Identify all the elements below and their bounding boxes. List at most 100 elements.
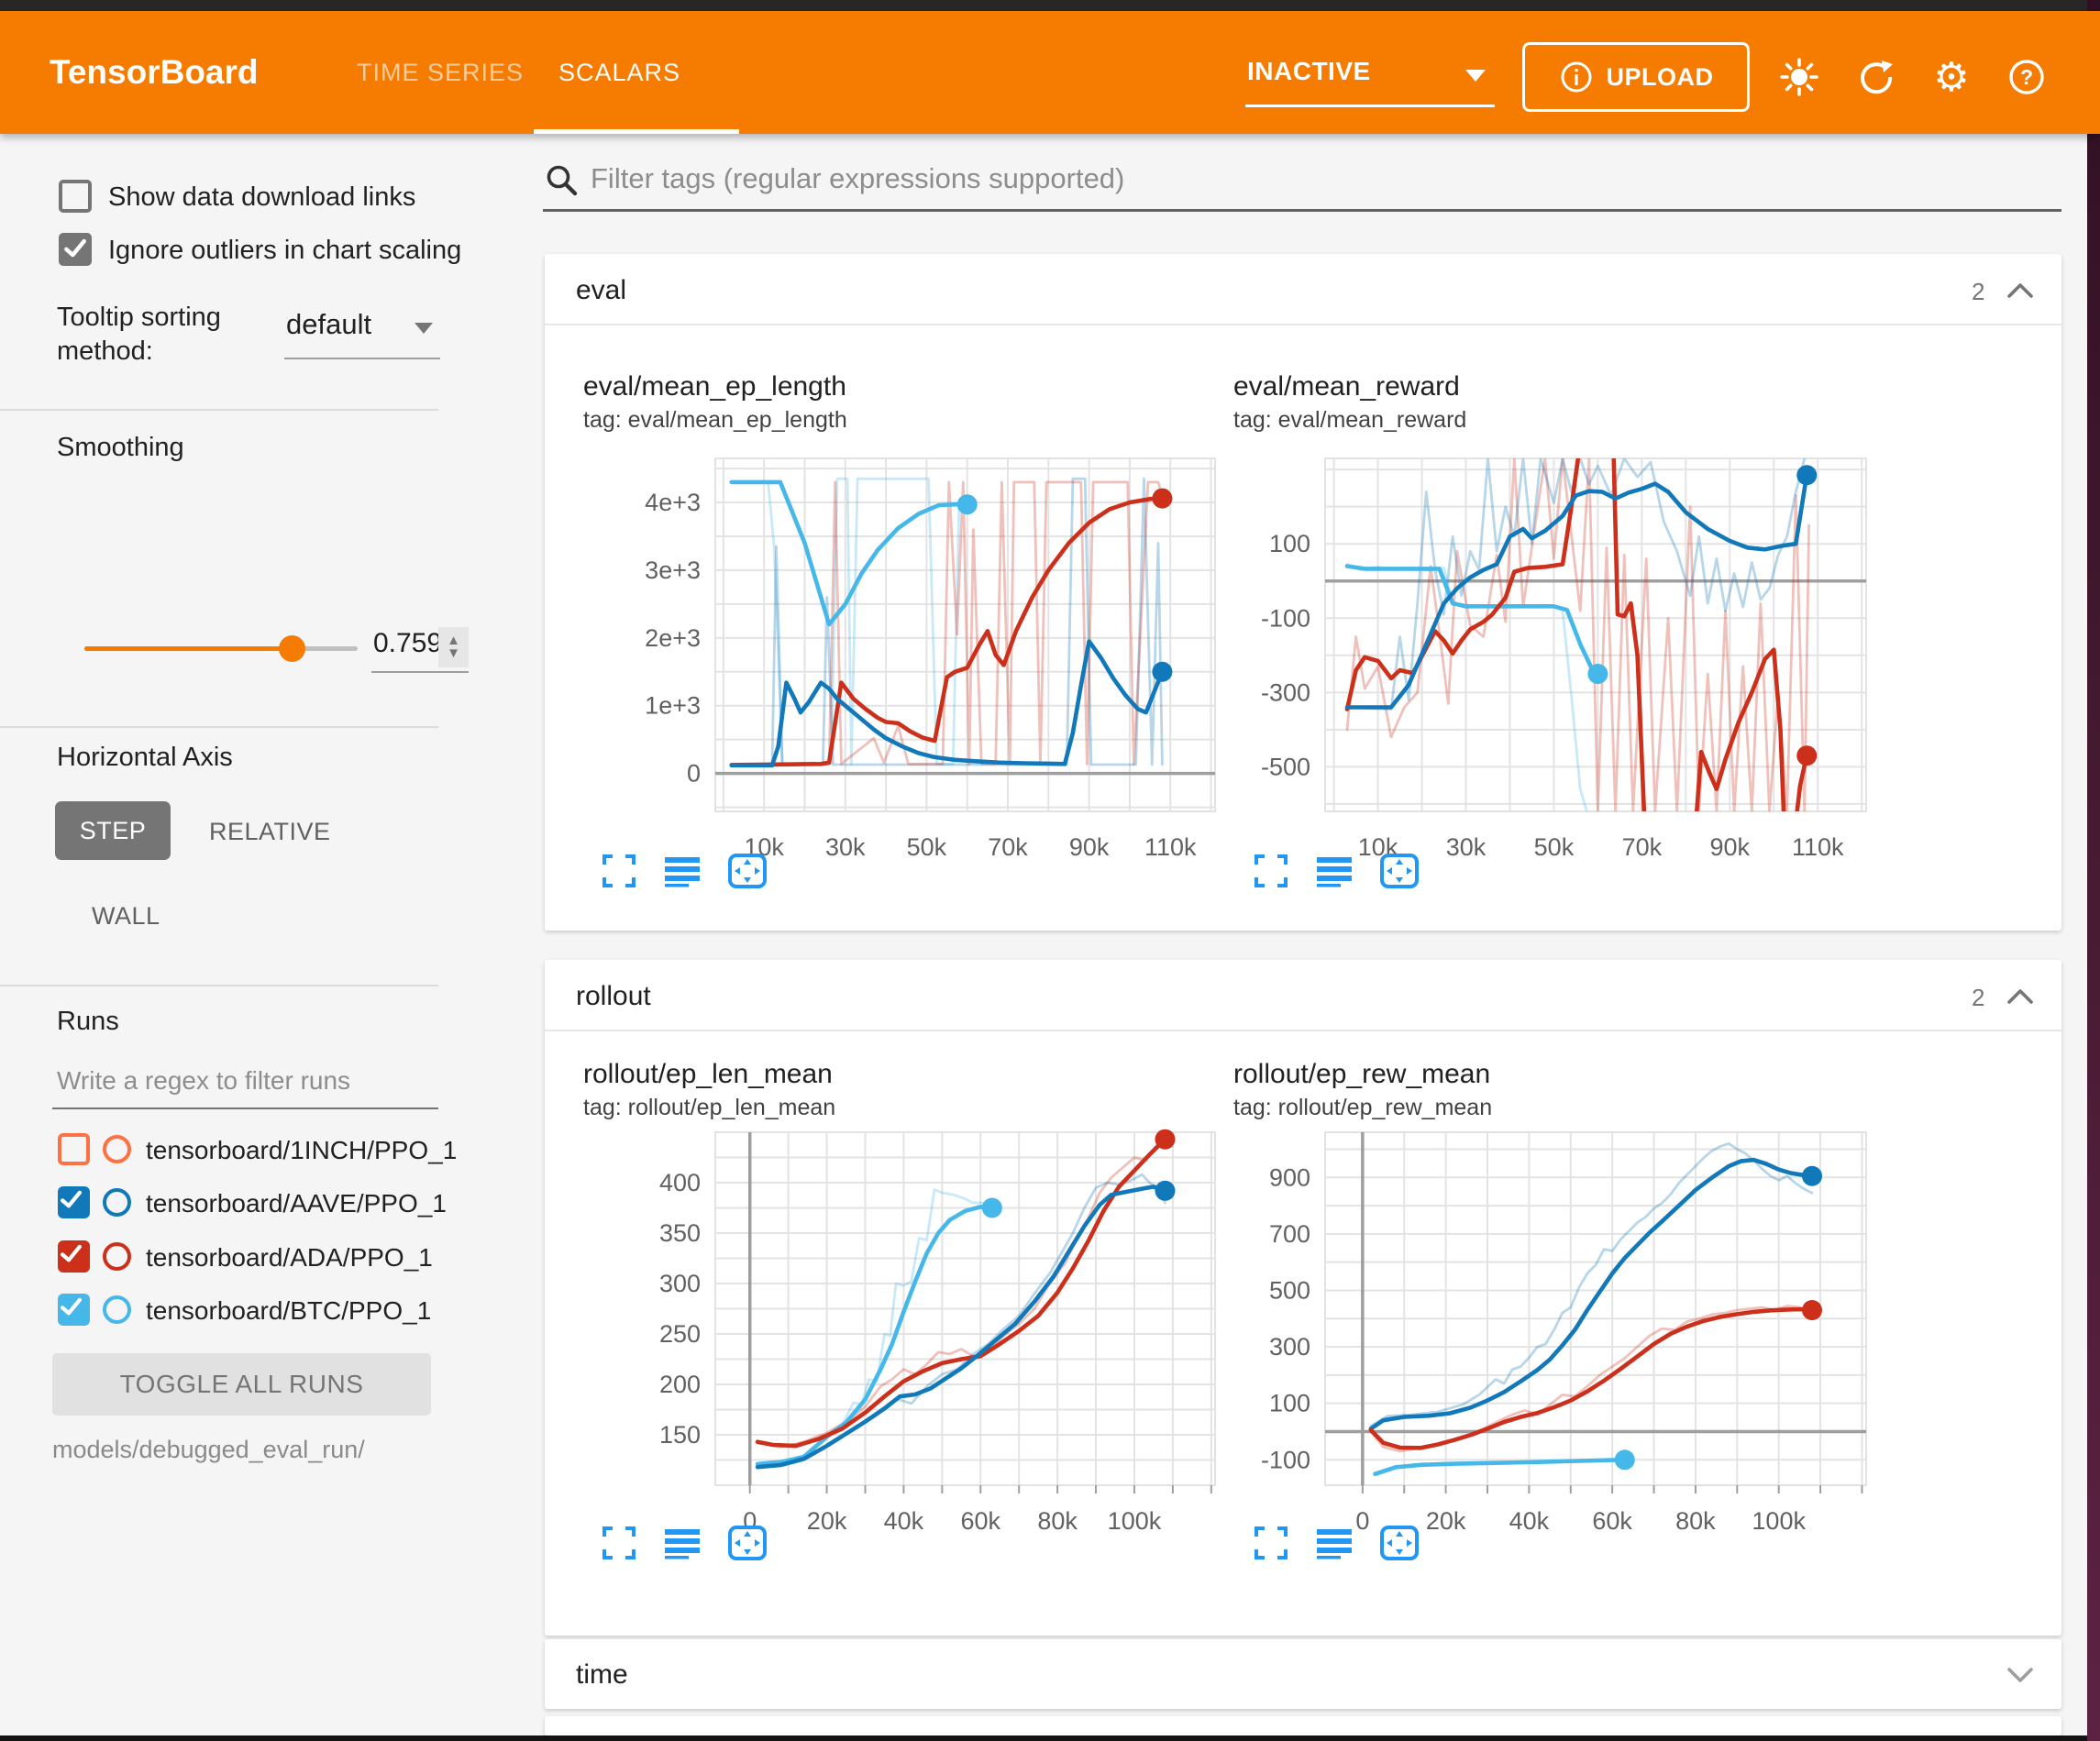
svg-text:60k: 60k bbox=[1592, 1507, 1632, 1535]
search-icon bbox=[543, 161, 580, 198]
svg-text:900: 900 bbox=[1269, 1163, 1310, 1191]
fit-domain-icon[interactable] bbox=[727, 1525, 768, 1561]
smoothing-value-input[interactable] bbox=[371, 627, 441, 660]
run-selector-icon[interactable] bbox=[663, 853, 702, 889]
settings-gear-icon[interactable]: ⚙ bbox=[1928, 53, 1975, 101]
show-download-links-checkbox[interactable] bbox=[59, 180, 92, 213]
fit-domain-icon[interactable] bbox=[1379, 853, 1420, 889]
svg-text:150: 150 bbox=[659, 1421, 701, 1449]
app-header: TensorBoard TIME SERIES SCALARS INACTIVE… bbox=[0, 11, 2100, 134]
upload-button[interactable]: UPLOAD bbox=[1522, 42, 1750, 112]
fit-domain-icon[interactable] bbox=[1379, 1525, 1420, 1561]
select-underline bbox=[284, 358, 440, 359]
fullscreen-icon[interactable] bbox=[601, 1525, 637, 1561]
fullscreen-icon[interactable] bbox=[1253, 853, 1289, 889]
svg-text:0: 0 bbox=[687, 760, 701, 788]
runs-filter-input[interactable] bbox=[55, 1065, 444, 1096]
svg-text:100: 100 bbox=[1269, 1390, 1310, 1417]
run-checkbox[interactable] bbox=[58, 1133, 90, 1165]
collapse-section-button[interactable] bbox=[2005, 280, 2036, 306]
svg-text:4e+3: 4e+3 bbox=[645, 489, 701, 516]
svg-text:110k: 110k bbox=[1792, 833, 1844, 861]
svg-text:90k: 90k bbox=[1069, 833, 1110, 861]
svg-text:-100: -100 bbox=[1261, 1446, 1310, 1473]
section-count: 2 bbox=[1972, 984, 1984, 1012]
svg-text:100k: 100k bbox=[1108, 1507, 1162, 1535]
filter-tags-input[interactable] bbox=[589, 161, 2041, 196]
axis-wall-button[interactable]: WALL bbox=[92, 902, 160, 931]
ignore-outliers-checkbox[interactable] bbox=[59, 233, 92, 266]
divider bbox=[545, 324, 2061, 325]
show-download-links-label: Show data download links bbox=[108, 182, 415, 213]
info-icon bbox=[1559, 60, 1594, 94]
filter-tags-underline bbox=[543, 209, 2061, 212]
fit-domain-icon[interactable] bbox=[727, 853, 768, 889]
help-icon[interactable]: ? bbox=[2003, 53, 2050, 101]
svg-text:70k: 70k bbox=[988, 833, 1028, 861]
svg-text:80k: 80k bbox=[1037, 1507, 1078, 1535]
smoothing-stepper[interactable]: ▲▼ bbox=[438, 627, 469, 667]
tab-scalars[interactable]: SCALARS bbox=[558, 11, 680, 134]
run-checkbox[interactable] bbox=[58, 1240, 90, 1273]
tab-time-series[interactable]: TIME SERIES bbox=[357, 11, 524, 134]
input-underline bbox=[371, 671, 469, 673]
upload-button-label: UPLOAD bbox=[1607, 63, 1714, 92]
chart-rollout-ep-rew-mean[interactable]: 020k40k60k80k100k-100100300500700900 bbox=[1197, 1118, 1894, 1554]
check-icon bbox=[61, 235, 89, 262]
chart-eval-mean-reward[interactable]: 10k30k50k70k90k110k100-100-300-500 bbox=[1197, 445, 1894, 880]
run-checkbox[interactable] bbox=[58, 1294, 90, 1326]
chart-title: rollout/ep_rew_mean bbox=[1233, 1059, 1490, 1090]
svg-text:-100: -100 bbox=[1261, 604, 1310, 632]
chevron-down-icon[interactable] bbox=[1465, 70, 1486, 82]
svg-text:-500: -500 bbox=[1261, 753, 1310, 780]
chart-title: eval/mean_ep_length bbox=[583, 371, 846, 402]
runs-label: Runs bbox=[57, 1007, 119, 1037]
run-color-ring bbox=[103, 1188, 131, 1217]
svg-text:700: 700 bbox=[1269, 1220, 1310, 1248]
chart-tag: tag: eval/mean_reward bbox=[1233, 407, 1466, 434]
app-title: TensorBoard bbox=[50, 11, 259, 134]
desktop-edge-strip bbox=[2087, 0, 2100, 1741]
axis-relative-button[interactable]: RELATIVE bbox=[209, 818, 331, 846]
svg-text:50k: 50k bbox=[907, 833, 947, 861]
tooltip-sorting-select[interactable]: default bbox=[286, 308, 371, 341]
run-selector-icon[interactable] bbox=[1315, 1525, 1354, 1561]
smoothing-slider-fill bbox=[84, 646, 292, 651]
svg-text:500: 500 bbox=[1269, 1276, 1310, 1304]
divider bbox=[0, 985, 438, 986]
expand-section-button[interactable] bbox=[2005, 1664, 2036, 1691]
tensorboard-app: TensorBoard TIME SERIES SCALARS INACTIVE… bbox=[0, 0, 2100, 1741]
fullscreen-icon[interactable] bbox=[601, 853, 637, 889]
chart-tag: tag: rollout/ep_len_mean bbox=[583, 1095, 835, 1121]
svg-text:3e+3: 3e+3 bbox=[645, 556, 701, 584]
toggle-all-runs-button[interactable]: TOGGLE ALL RUNS bbox=[52, 1353, 431, 1416]
run-selector-icon[interactable] bbox=[663, 1525, 702, 1561]
axis-step-button[interactable]: STEP bbox=[55, 801, 171, 860]
chevron-down-icon[interactable] bbox=[414, 323, 433, 334]
status-underline bbox=[1245, 105, 1495, 107]
settings-sidebar: Show data download links Ignore outliers… bbox=[0, 134, 491, 1735]
chart-title: rollout/ep_len_mean bbox=[583, 1059, 833, 1090]
svg-text:40k: 40k bbox=[1509, 1507, 1550, 1535]
run-checkbox[interactable] bbox=[58, 1186, 90, 1218]
window-bottom-strip bbox=[0, 1735, 2087, 1741]
section-title-eval: eval bbox=[576, 275, 626, 306]
chart-toolbar bbox=[601, 1525, 768, 1561]
fullscreen-icon[interactable] bbox=[1253, 1525, 1289, 1561]
svg-text:80k: 80k bbox=[1675, 1507, 1716, 1535]
chart-rollout-ep-len-mean[interactable]: 020k40k60k80k100k150200250300350400 bbox=[587, 1118, 1243, 1554]
chart-tag: tag: eval/mean_ep_length bbox=[583, 407, 847, 434]
chart-title: eval/mean_reward bbox=[1233, 371, 1460, 402]
brightness-icon[interactable] bbox=[1775, 53, 1823, 101]
collapse-section-button[interactable] bbox=[2005, 986, 2036, 1012]
svg-text:40k: 40k bbox=[884, 1507, 924, 1535]
chart-toolbar bbox=[1253, 853, 1420, 889]
svg-text:30k: 30k bbox=[825, 833, 866, 861]
horizontal-axis-label: Horizontal Axis bbox=[57, 743, 233, 773]
refresh-icon[interactable] bbox=[1852, 53, 1900, 101]
status-dropdown[interactable]: INACTIVE bbox=[1247, 57, 1371, 86]
chart-eval-mean-ep-length[interactable]: 10k30k50k70k90k110k01e+32e+33e+34e+3 bbox=[587, 445, 1243, 880]
svg-text:200: 200 bbox=[659, 1371, 701, 1398]
run-selector-icon[interactable] bbox=[1315, 853, 1354, 889]
smoothing-slider-knob[interactable] bbox=[279, 635, 305, 662]
